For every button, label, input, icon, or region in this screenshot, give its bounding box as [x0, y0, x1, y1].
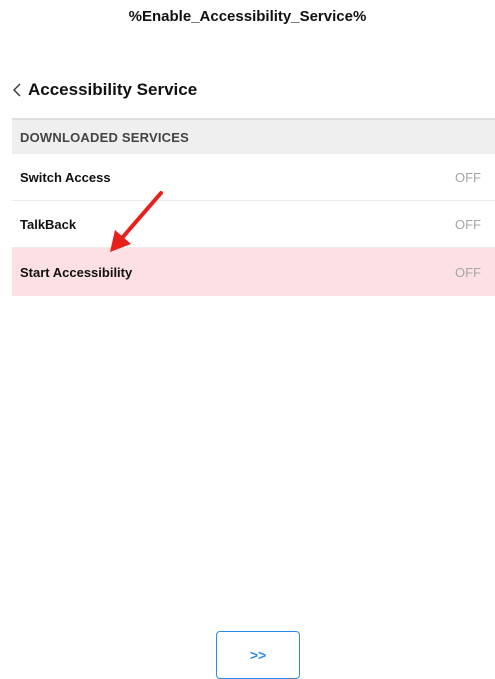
downloaded-services-section: DOWNLOADED SERVICES Switch Access OFF Ta… [12, 118, 495, 296]
item-status: OFF [455, 169, 481, 185]
list-item-start-accessibility[interactable]: Start Accessibility OFF [12, 248, 495, 296]
list-item-talkback[interactable]: TalkBack OFF [12, 201, 495, 248]
red-arrow-icon [110, 191, 163, 252]
chevron-left-icon[interactable] [12, 82, 22, 98]
next-button[interactable]: >> [216, 631, 300, 679]
item-label: Switch Access [20, 169, 111, 185]
item-status: OFF [455, 264, 481, 280]
item-label: Start Accessibility [20, 264, 133, 280]
item-status: OFF [455, 216, 481, 232]
section-header: DOWNLOADED SERVICES [12, 118, 495, 154]
item-label: TalkBack [20, 216, 77, 232]
screen-title: Accessibility Service [28, 80, 198, 99]
list-item-switch-access[interactable]: Switch Access OFF [12, 154, 495, 201]
page-title: %Enable_Accessibility_Service% [128, 8, 367, 25]
back-navigation[interactable]: Accessibility Service [12, 79, 197, 101]
